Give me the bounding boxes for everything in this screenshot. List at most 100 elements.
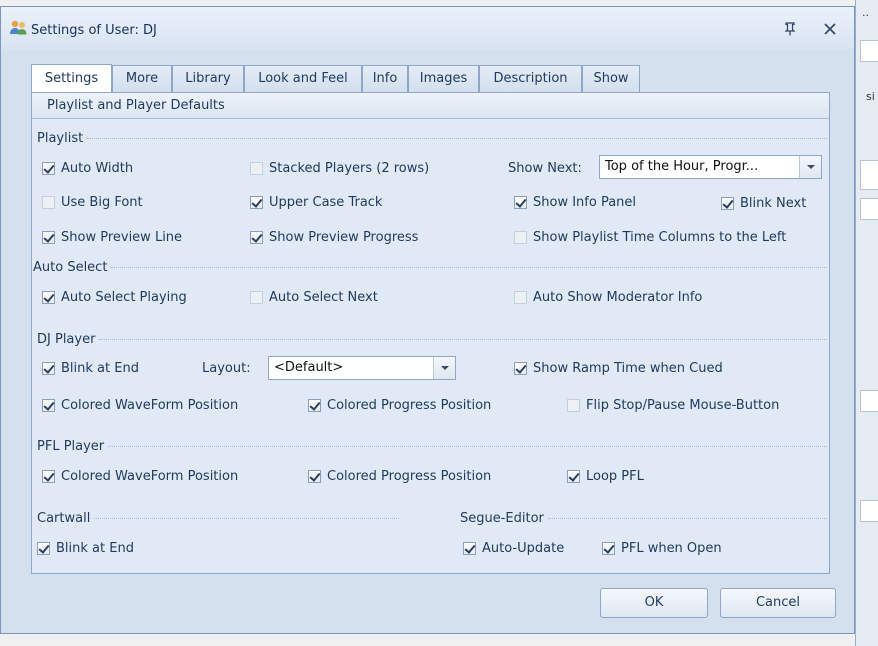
ok-button[interactable]: OK <box>600 588 708 618</box>
layout-select[interactable]: <Default> <box>268 356 456 380</box>
background-cell <box>860 198 878 220</box>
section-title: PFL Player <box>37 439 105 454</box>
dj-colored-progress-checkbox[interactable]: Colored Progress Position <box>308 398 491 413</box>
auto-update-checkbox[interactable]: Auto-Update <box>463 541 564 556</box>
checkbox-label: Blink at End <box>61 361 139 376</box>
section-segue-editor: Segue-Editor <box>460 511 827 526</box>
use-big-font-checkbox[interactable]: Use Big Font <box>42 195 143 210</box>
show-next-select[interactable]: Top of the Hour, Progr... <box>599 155 822 179</box>
section-dj-player: DJ Player <box>37 332 827 347</box>
section-auto-select: Auto Select <box>33 260 827 275</box>
tab-more[interactable]: More <box>112 65 172 92</box>
checkbox-checked-icon[interactable] <box>250 196 263 209</box>
show-time-columns-left-checkbox[interactable]: Show Playlist Time Columns to the Left <box>514 230 786 245</box>
checkbox-label: Auto Width <box>61 161 134 176</box>
checkbox-checked-icon[interactable] <box>308 470 321 483</box>
checkbox-label: Show Preview Progress <box>269 230 419 245</box>
checkbox-label: Stacked Players (2 rows) <box>269 161 430 176</box>
section-title: Cartwall <box>37 511 91 526</box>
checkbox-unchecked-icon[interactable] <box>42 196 55 209</box>
flip-stop-pause-checkbox[interactable]: Flip Stop/Pause Mouse-Button <box>567 398 779 413</box>
checkbox-label: Blink at End <box>56 541 134 556</box>
checkbox-label: Colored WaveForm Position <box>61 398 239 413</box>
tab-look-and-feel[interactable]: Look and Feel <box>244 65 362 92</box>
checkbox-checked-icon[interactable] <box>308 399 321 412</box>
title-bar[interactable]: Settings of User: DJ <box>1 7 854 49</box>
checkbox-unchecked-icon[interactable] <box>567 399 580 412</box>
cancel-button[interactable]: Cancel <box>720 588 836 618</box>
checkbox-checked-icon[interactable] <box>42 162 55 175</box>
section-pfl-player: PFL Player <box>37 439 827 454</box>
checkbox-checked-icon[interactable] <box>42 470 55 483</box>
checkbox-unchecked-icon[interactable] <box>514 291 527 304</box>
blink-next-checkbox[interactable]: Blink Next <box>721 196 806 211</box>
settings-dialog: Settings of User: DJ Settings More Libra… <box>0 6 855 634</box>
panel-header: Playlist and Player Defaults <box>32 93 829 119</box>
show-preview-progress-checkbox[interactable]: Show Preview Progress <box>250 230 418 245</box>
background-cell <box>860 160 878 190</box>
auto-width-checkbox[interactable]: Auto Width <box>42 161 133 176</box>
loop-pfl-checkbox[interactable]: Loop PFL <box>567 469 644 484</box>
checkbox-label: Auto-Update <box>482 541 565 556</box>
dj-blink-at-end-checkbox[interactable]: Blink at End <box>42 361 139 376</box>
show-preview-line-checkbox[interactable]: Show Preview Line <box>42 230 182 245</box>
pin-icon[interactable] <box>783 22 797 36</box>
upper-case-track-checkbox[interactable]: Upper Case Track <box>250 195 382 210</box>
checkbox-unchecked-icon[interactable] <box>514 231 527 244</box>
background-ellipsis: .. <box>862 6 869 19</box>
pfl-when-open-checkbox[interactable]: PFL when Open <box>602 541 722 556</box>
checkbox-label: Loop PFL <box>586 469 644 484</box>
show-info-panel-checkbox[interactable]: Show Info Panel <box>514 195 636 210</box>
checkbox-unchecked-icon[interactable] <box>250 291 263 304</box>
tab-settings[interactable]: Settings <box>31 64 112 92</box>
section-divider <box>111 267 827 268</box>
auto-select-playing-checkbox[interactable]: Auto Select Playing <box>42 290 187 305</box>
checkbox-checked-icon[interactable] <box>250 231 263 244</box>
checkbox-checked-icon[interactable] <box>42 291 55 304</box>
checkbox-label: Colored Progress Position <box>327 398 492 413</box>
checkbox-checked-icon[interactable] <box>602 542 615 555</box>
section-title: Auto Select <box>33 260 108 275</box>
close-icon[interactable] <box>823 22 837 36</box>
checkbox-checked-icon[interactable] <box>42 231 55 244</box>
checkbox-label: Flip Stop/Pause Mouse-Button <box>586 398 780 413</box>
checkbox-checked-icon[interactable] <box>721 197 734 210</box>
section-title: DJ Player <box>37 332 96 347</box>
checkbox-checked-icon[interactable] <box>42 399 55 412</box>
tab-show[interactable]: Show <box>582 65 640 92</box>
section-title: Playlist <box>37 131 84 146</box>
layout-label: Layout: <box>202 361 251 376</box>
show-ramp-time-checkbox[interactable]: Show Ramp Time when Cued <box>514 361 723 376</box>
section-divider <box>547 518 827 519</box>
tab-images[interactable]: Images <box>408 65 479 92</box>
checkbox-checked-icon[interactable] <box>37 542 50 555</box>
section-divider <box>108 446 827 447</box>
window-title: Settings of User: DJ <box>31 23 157 38</box>
checkbox-checked-icon[interactable] <box>42 362 55 375</box>
chevron-down-icon[interactable] <box>433 357 455 379</box>
chevron-down-icon[interactable] <box>799 156 821 178</box>
checkbox-checked-icon[interactable] <box>463 542 476 555</box>
pfl-colored-waveform-checkbox[interactable]: Colored WaveForm Position <box>42 469 238 484</box>
dj-colored-waveform-checkbox[interactable]: Colored WaveForm Position <box>42 398 238 413</box>
checkbox-label: Auto Select Playing <box>61 290 187 305</box>
checkbox-checked-icon[interactable] <box>567 470 580 483</box>
checkbox-label: Colored WaveForm Position <box>61 469 239 484</box>
section-cartwall: Cartwall <box>37 511 399 526</box>
checkbox-checked-icon[interactable] <box>514 196 527 209</box>
show-next-label: Show Next: <box>508 161 582 176</box>
section-divider <box>94 518 399 519</box>
checkbox-unchecked-icon[interactable] <box>250 162 263 175</box>
auto-show-moderator-info-checkbox[interactable]: Auto Show Moderator Info <box>514 290 702 305</box>
pfl-colored-progress-checkbox[interactable]: Colored Progress Position <box>308 469 491 484</box>
background-text-fragment: si <box>866 90 875 103</box>
tab-info[interactable]: Info <box>362 65 408 92</box>
stacked-players-checkbox[interactable]: Stacked Players (2 rows) <box>250 161 429 176</box>
checkbox-checked-icon[interactable] <box>514 362 527 375</box>
tab-description[interactable]: Description <box>479 65 582 92</box>
checkbox-label: Auto Select Next <box>269 290 378 305</box>
auto-select-next-checkbox[interactable]: Auto Select Next <box>250 290 378 305</box>
cart-blink-at-end-checkbox[interactable]: Blink at End <box>37 541 134 556</box>
tab-library[interactable]: Library <box>172 65 244 92</box>
checkbox-label: Upper Case Track <box>269 195 383 210</box>
